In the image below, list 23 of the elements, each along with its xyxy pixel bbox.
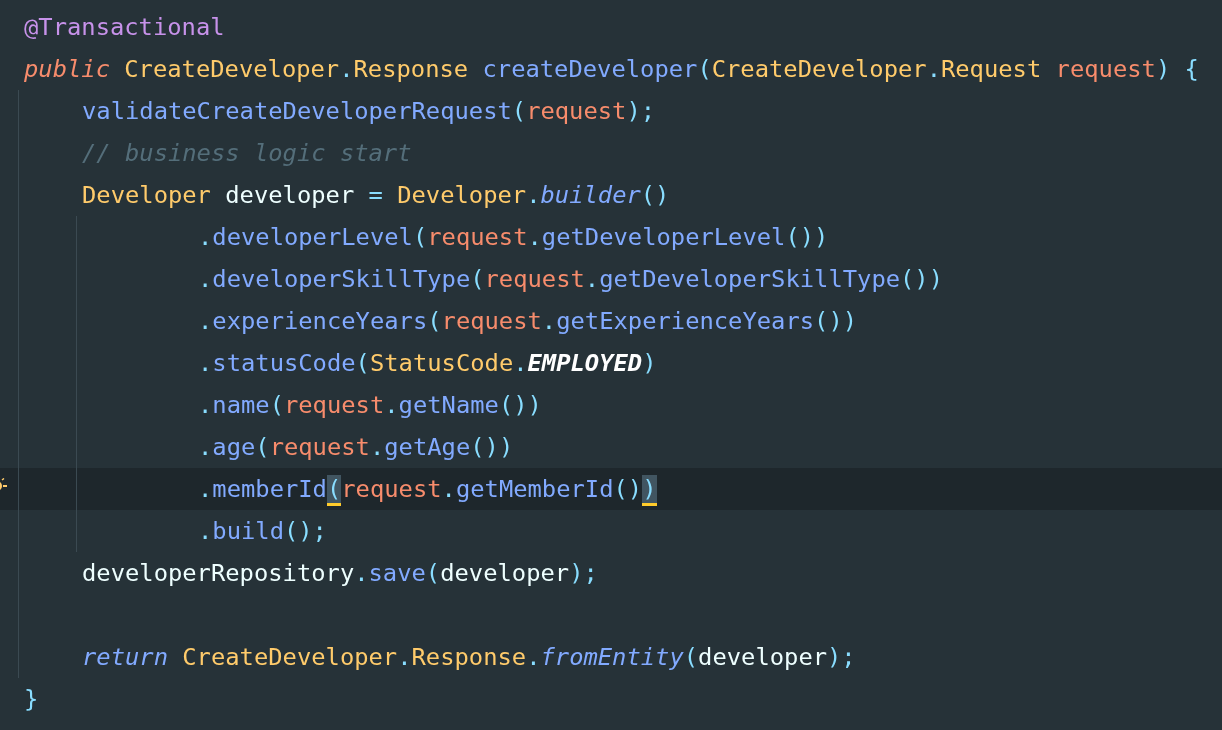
code-text: request: [341, 475, 442, 503]
code-line: .build();: [197, 516, 327, 547]
code-text: memberId: [212, 475, 327, 503]
code-text: getMemberId: [455, 475, 614, 503]
code-text: .: [198, 475, 213, 503]
code-line: public CreateDeveloper.Response createDeveloper(CreateDeveloper.Request request) {: [23, 54, 1199, 85]
code-line: .statusCode(StatusCode.EMPLOYED): [197, 348, 657, 379]
code-line: .age(request.getAge()): [197, 432, 514, 463]
code-line: // business logic start: [81, 138, 412, 169]
matched-bracket: (: [326, 475, 342, 506]
code-line: validateCreateDeveloperRequest(request);: [81, 96, 656, 127]
code-line: return CreateDeveloper.Response.fromEntity(developer);: [81, 642, 856, 673]
code-line: @Transactional: [23, 12, 225, 43]
code-line: .developerLevel(request.getDeveloperLevel()): [197, 222, 829, 253]
code-line: .developerSkillType(request.getDeveloperSkillType()): [197, 264, 944, 295]
code-line: .name(request.getName()): [197, 390, 542, 421]
matched-bracket: ): [642, 475, 657, 506]
code-line: developerRepository.save(developer);: [81, 558, 598, 589]
code-text: (): [613, 475, 643, 503]
code-line: .experienceYears(request.getExperienceYears()): [197, 306, 858, 337]
code-line: Developer developer = Developer.builder(): [81, 180, 670, 211]
code-text: .: [441, 475, 456, 503]
code-line: }: [23, 684, 39, 715]
